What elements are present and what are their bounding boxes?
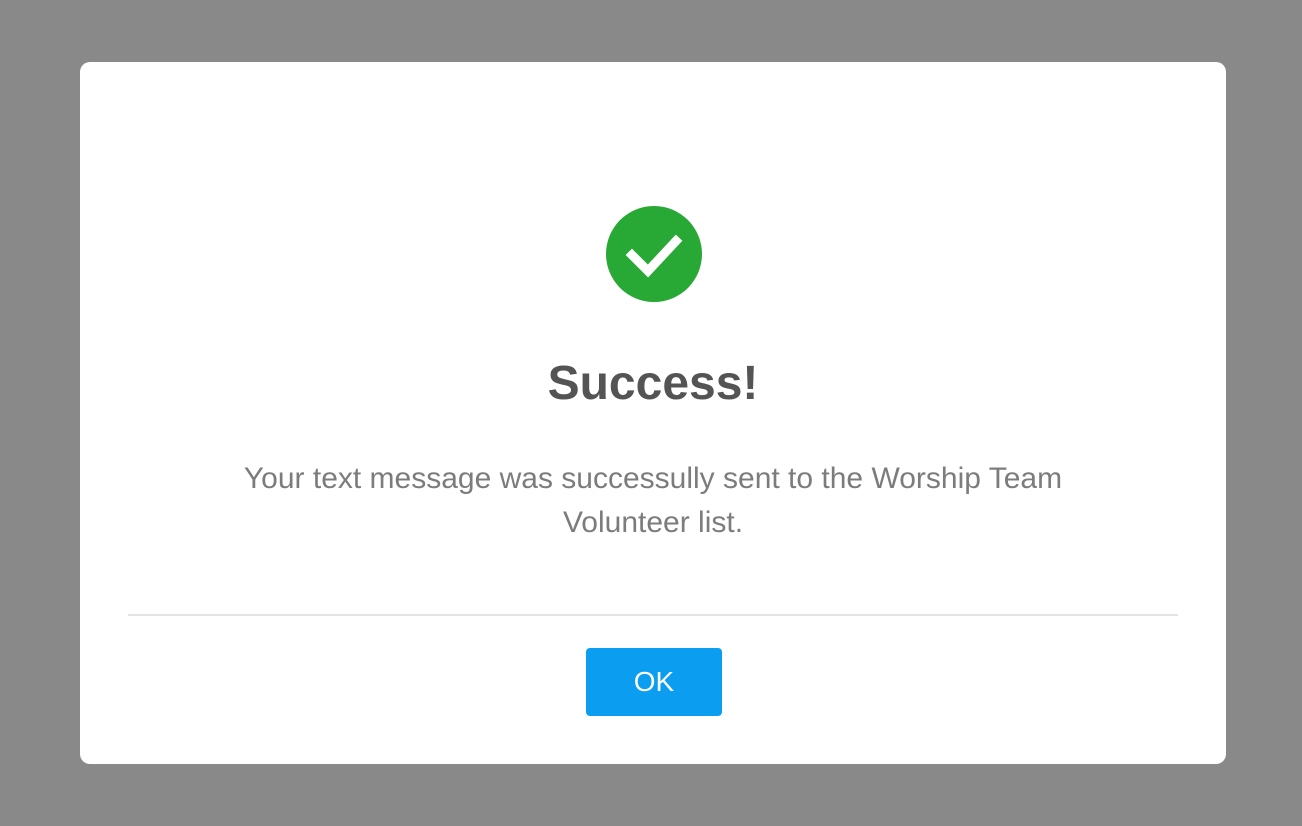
ok-button[interactable]: OK <box>586 648 722 716</box>
check-circle-icon <box>606 206 702 302</box>
dialog-title: Success! <box>547 357 759 410</box>
success-dialog: Success! Your text message was successul… <box>80 62 1226 764</box>
dialog-message: Your text message was successully sent t… <box>243 462 1063 539</box>
dialog-divider <box>128 614 1178 616</box>
